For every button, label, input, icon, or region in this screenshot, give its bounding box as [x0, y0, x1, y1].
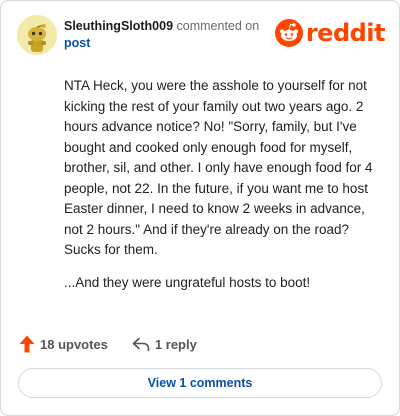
- reply-button[interactable]: 1 reply: [132, 337, 197, 352]
- upvote-button[interactable]: 18 upvotes: [19, 335, 108, 353]
- snoo-avatar-icon: [17, 15, 57, 55]
- comment-meta: SleuthingSloth009 commented on post: [64, 18, 279, 52]
- username[interactable]: SleuthingSloth009: [64, 19, 173, 33]
- reply-arrow-icon: [132, 337, 150, 351]
- post-link[interactable]: post: [64, 36, 90, 50]
- upvote-arrow-icon: [19, 335, 35, 353]
- comment-body: NTA Heck, you were the asshole to yourse…: [64, 76, 384, 305]
- upvote-count: 18 upvotes: [40, 336, 108, 352]
- comment-actions: 18 upvotes 1 reply: [19, 333, 197, 355]
- reddit-wordmark: reddit: [305, 19, 386, 47]
- action-text: commented on: [176, 19, 260, 33]
- reddit-alien-icon: [274, 19, 303, 47]
- comment-paragraph: NTA Heck, you were the asshole to yourse…: [64, 78, 373, 257]
- user-avatar[interactable]: [17, 15, 57, 55]
- view-comments-button[interactable]: View 1 comments: [18, 368, 382, 398]
- comment-paragraph: ...And they were ungrateful hosts to boo…: [64, 274, 311, 290]
- comment-header: SleuthingSloth009 commented on post redd…: [17, 15, 386, 59]
- comment-card: SleuthingSloth009 commented on post redd…: [0, 0, 400, 416]
- reply-count: 1 reply: [154, 336, 197, 352]
- reddit-logo[interactable]: reddit: [274, 19, 386, 47]
